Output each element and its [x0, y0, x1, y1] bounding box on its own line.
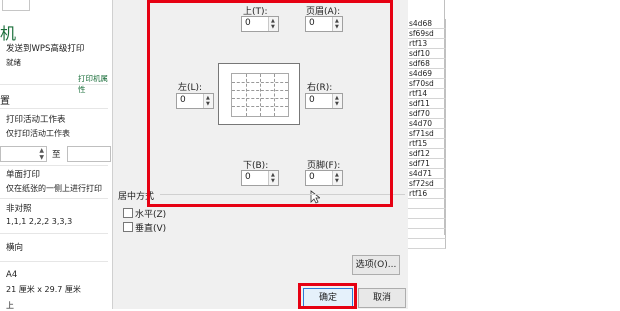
page-preview: [218, 63, 300, 125]
print-scope-value: 打印活动工作表: [6, 115, 66, 125]
header-margin-spinner[interactable]: 0 ▲ ▼: [305, 16, 343, 32]
sheet-cell[interactable]: sdf10: [408, 49, 446, 59]
footer-margin-value: 0: [309, 172, 315, 182]
sheet-cell-empty[interactable]: [408, 239, 446, 249]
sheet-cell[interactable]: sdf12: [408, 149, 446, 159]
printer-name[interactable]: 发送到WPS高级打印: [6, 42, 84, 54]
divider: [0, 165, 108, 166]
duplex-desc: 仅在纸张的一侧上进行打印: [6, 184, 102, 193]
divider: [0, 233, 108, 234]
spinner-arrows[interactable]: ▲ ▼: [332, 94, 342, 108]
print-panel: 机 发送到WPS高级打印 就绪 打印机属性 置 打印活动工作表 仅打印活动工作表…: [0, 0, 113, 311]
options-button[interactable]: 选项(O)...: [352, 255, 400, 275]
preview-gridline: [260, 74, 261, 116]
sheet-cell[interactable]: sdf11: [408, 99, 446, 109]
top-margin-spinner[interactable]: 0 ▲ ▼: [241, 16, 279, 32]
sheet-cell[interactable]: s4d70: [408, 119, 446, 129]
spinner-arrows[interactable]: ▲ ▼: [268, 171, 278, 185]
sheet-cell-empty[interactable]: [408, 229, 446, 239]
top-margin-value: 0: [245, 18, 251, 28]
preview-gridline: [232, 90, 288, 91]
sheet-cell[interactable]: rtf13: [408, 39, 446, 49]
spinner-arrows[interactable]: ▲ ▼: [332, 171, 342, 185]
print-scope-desc: 仅打印活动工作表: [6, 129, 70, 138]
sheet-cell[interactable]: sf71sd: [408, 129, 446, 139]
group-divider: [160, 194, 405, 195]
down-arrow-icon[interactable]: ▼: [335, 178, 339, 184]
sheet-cell[interactable]: sdf70: [408, 109, 446, 119]
divider: [0, 108, 108, 109]
paper-size-value: A4: [6, 270, 18, 280]
right-margin-label: 右(R):: [307, 83, 333, 93]
collate-desc: 1,1,1 2,2,2 3,3,3: [6, 217, 73, 226]
sheet-cell[interactable]: s4d69: [408, 69, 446, 79]
sheet-cell[interactable]: sf70sd: [408, 79, 446, 89]
sheet-column: [408, 0, 445, 18]
vertically-label: 垂直(V): [135, 224, 167, 234]
down-arrow-icon[interactable]: ▼: [335, 24, 339, 30]
divider: [0, 261, 108, 262]
cancel-button[interactable]: 取消: [358, 288, 406, 308]
settings-heading: 置: [0, 96, 10, 107]
paper-size-desc: 21 厘米 x 29.7 厘米: [6, 285, 81, 294]
spinner-arrows[interactable]: ▲ ▼: [332, 17, 342, 31]
sheet-cell[interactable]: sf72sd: [408, 179, 446, 189]
preview-gridline: [232, 82, 288, 83]
orientation-select[interactable]: 横向: [6, 241, 23, 253]
printer-heading: 机: [0, 24, 17, 43]
sheet-cell[interactable]: s4d71: [408, 169, 446, 179]
left-margin-value: 0: [180, 95, 186, 105]
sheet-cell[interactable]: rtf15: [408, 139, 446, 149]
preview-gridline: [274, 74, 275, 116]
pages-to-label: 至: [52, 150, 61, 160]
margins-select[interactable]: 上: [6, 300, 14, 311]
preview-printable-area: [231, 73, 289, 117]
horizontally-label: 水平(Z): [135, 210, 167, 220]
sheet-cell-empty[interactable]: [408, 199, 446, 209]
down-arrow-icon[interactable]: ▼: [335, 101, 339, 107]
sheet-cell[interactable]: sdf68: [408, 59, 446, 69]
left-margin-label: 左(L):: [178, 83, 203, 93]
footer-margin-spinner[interactable]: 0 ▲ ▼: [305, 170, 343, 186]
preview-gridline: [232, 98, 288, 99]
horizontally-checkbox[interactable]: [123, 208, 133, 218]
sheet-cell-empty[interactable]: [408, 209, 446, 219]
pages-from-input[interactable]: ▲ ▼: [0, 146, 47, 162]
spinner-arrows[interactable]: ▲ ▼: [268, 17, 278, 31]
sheet-cell[interactable]: s4d68: [408, 19, 446, 29]
divider: [0, 84, 108, 85]
down-arrow-icon[interactable]: ▼: [271, 178, 275, 184]
divider: [0, 198, 108, 199]
collate-value: 非对照: [6, 204, 32, 214]
pages-to-input[interactable]: [67, 146, 111, 162]
duplex-value: 单面打印: [6, 170, 41, 180]
spinner-arrows[interactable]: ▲ ▼: [203, 94, 213, 108]
preview-gridline: [232, 106, 288, 107]
down-arrow-icon[interactable]: ▼: [271, 24, 275, 30]
sheet-cell[interactable]: sdf71: [408, 159, 446, 169]
copies-field[interactable]: [2, 0, 30, 11]
vertically-checkbox[interactable]: [123, 222, 133, 232]
bottom-margin-spinner[interactable]: 0 ▲ ▼: [241, 170, 279, 186]
mouse-cursor-icon: [310, 190, 320, 204]
printer-status: 就绪: [6, 58, 21, 67]
sheet-cell[interactable]: sf69sd: [408, 29, 446, 39]
header-margin-value: 0: [309, 18, 315, 28]
ok-button[interactable]: 确定: [303, 288, 353, 308]
right-margin-value: 0: [309, 95, 315, 105]
left-margin-spinner[interactable]: 0 ▲ ▼: [176, 93, 214, 109]
sheet-cell[interactable]: rtf16: [408, 189, 446, 199]
center-on-page-heading: 居中方式: [118, 192, 155, 202]
bottom-margin-value: 0: [245, 172, 251, 182]
sheet-cell-empty[interactable]: [408, 219, 446, 229]
down-arrow-icon[interactable]: ▼: [206, 101, 210, 107]
sheet-cell[interactable]: rtf14: [408, 89, 446, 99]
preview-gridline: [246, 74, 247, 116]
right-margin-spinner[interactable]: 0 ▲ ▼: [305, 93, 343, 109]
